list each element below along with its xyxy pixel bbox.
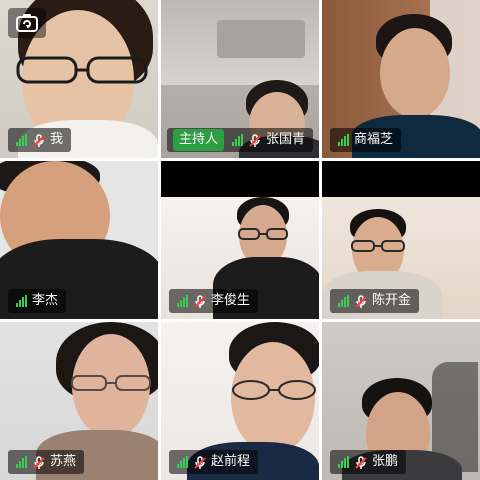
- participant-name: 张国青: [266, 132, 306, 147]
- participant-label: 张鹏: [330, 450, 407, 474]
- mic-muted-icon: [193, 294, 207, 308]
- signal-strength-icon: [16, 295, 28, 307]
- participant-label: 商福芝: [330, 128, 402, 152]
- signal-strength-icon: [338, 295, 350, 307]
- participant-name: 李杰: [32, 293, 59, 308]
- letterbox-bar: [161, 161, 319, 197]
- video-grid: 我 主持人 张国青 商福芝 李杰 李俊生 陈开金 苏燕 赵前程 张鹏: [0, 0, 480, 480]
- participant-name: 商福芝: [354, 132, 394, 147]
- mic-muted-icon: [354, 455, 368, 469]
- letterbox-bar: [322, 161, 480, 197]
- participant-label: 赵前程: [169, 450, 259, 474]
- participant-label: 我: [8, 128, 72, 152]
- video-tile-self[interactable]: 我: [0, 0, 158, 158]
- participant-name: 赵前程: [211, 454, 251, 469]
- participant-name: 张鹏: [372, 454, 399, 469]
- participant-label: 李俊生: [169, 289, 259, 313]
- participant-name: 李俊生: [211, 293, 251, 308]
- video-tile[interactable]: 商福芝: [322, 0, 480, 158]
- video-tile[interactable]: 张鹏: [322, 322, 480, 480]
- signal-strength-icon: [177, 295, 189, 307]
- participant-label: 苏燕: [8, 450, 85, 474]
- signal-strength-icon: [338, 134, 350, 146]
- signal-strength-icon: [232, 134, 244, 146]
- camera-switch-icon: [16, 14, 38, 32]
- video-tile[interactable]: 赵前程: [161, 322, 319, 480]
- mic-muted-icon: [32, 133, 46, 147]
- video-tile[interactable]: 陈开金: [322, 161, 480, 319]
- participant-label: 主持人 张国青: [167, 128, 314, 152]
- mic-muted-icon: [32, 455, 46, 469]
- signal-strength-icon: [16, 456, 28, 468]
- signal-strength-icon: [16, 134, 28, 146]
- participant-name: 我: [50, 132, 64, 147]
- video-tile[interactable]: 李俊生: [161, 161, 319, 319]
- mic-muted-icon: [248, 133, 262, 147]
- video-tile[interactable]: 苏燕: [0, 322, 158, 480]
- participant-label: 李杰: [8, 289, 67, 313]
- camera-switch-button[interactable]: [8, 8, 46, 38]
- participant-name: 苏燕: [50, 454, 77, 469]
- host-badge: 主持人: [173, 129, 225, 151]
- video-tile[interactable]: 主持人 张国青: [161, 0, 319, 158]
- video-tile-active-speaker[interactable]: 李杰: [0, 161, 158, 319]
- signal-strength-icon: [338, 456, 350, 468]
- participant-name: 陈开金: [372, 293, 412, 308]
- participant-label: 陈开金: [330, 289, 420, 313]
- mic-muted-icon: [354, 294, 368, 308]
- signal-strength-icon: [177, 456, 189, 468]
- mic-muted-icon: [193, 455, 207, 469]
